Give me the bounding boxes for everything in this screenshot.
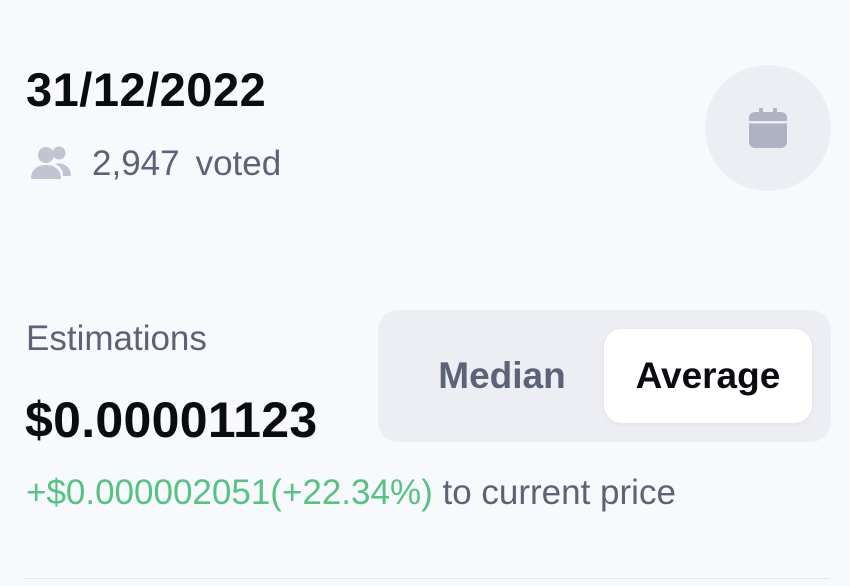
price-difference-row: +$0.000002051(+22.34%) to current price [26, 471, 676, 515]
voted-label: voted [195, 144, 282, 183]
price-difference-suffix: to current price [432, 473, 676, 512]
voted-count: 2,947 [92, 144, 180, 183]
median-average-toggle: Median Average [378, 310, 831, 442]
people-icon [28, 144, 74, 184]
estimate-value: $0.00001123 [25, 392, 318, 448]
divider [24, 578, 830, 579]
estimations-label: Estimations [26, 319, 207, 358]
toggle-average[interactable]: Average [604, 329, 812, 423]
prediction-date: 31/12/2022 [26, 63, 267, 116]
calendar-icon [749, 108, 787, 148]
toggle-median[interactable]: Median [402, 329, 602, 423]
voted-row: 2,947 voted [28, 141, 281, 187]
prediction-card: 31/12/2022 2,947 voted Estimations $0.00… [0, 0, 850, 586]
calendar-button[interactable] [705, 65, 831, 191]
price-difference: +$0.000002051(+22.34%) [26, 473, 433, 512]
